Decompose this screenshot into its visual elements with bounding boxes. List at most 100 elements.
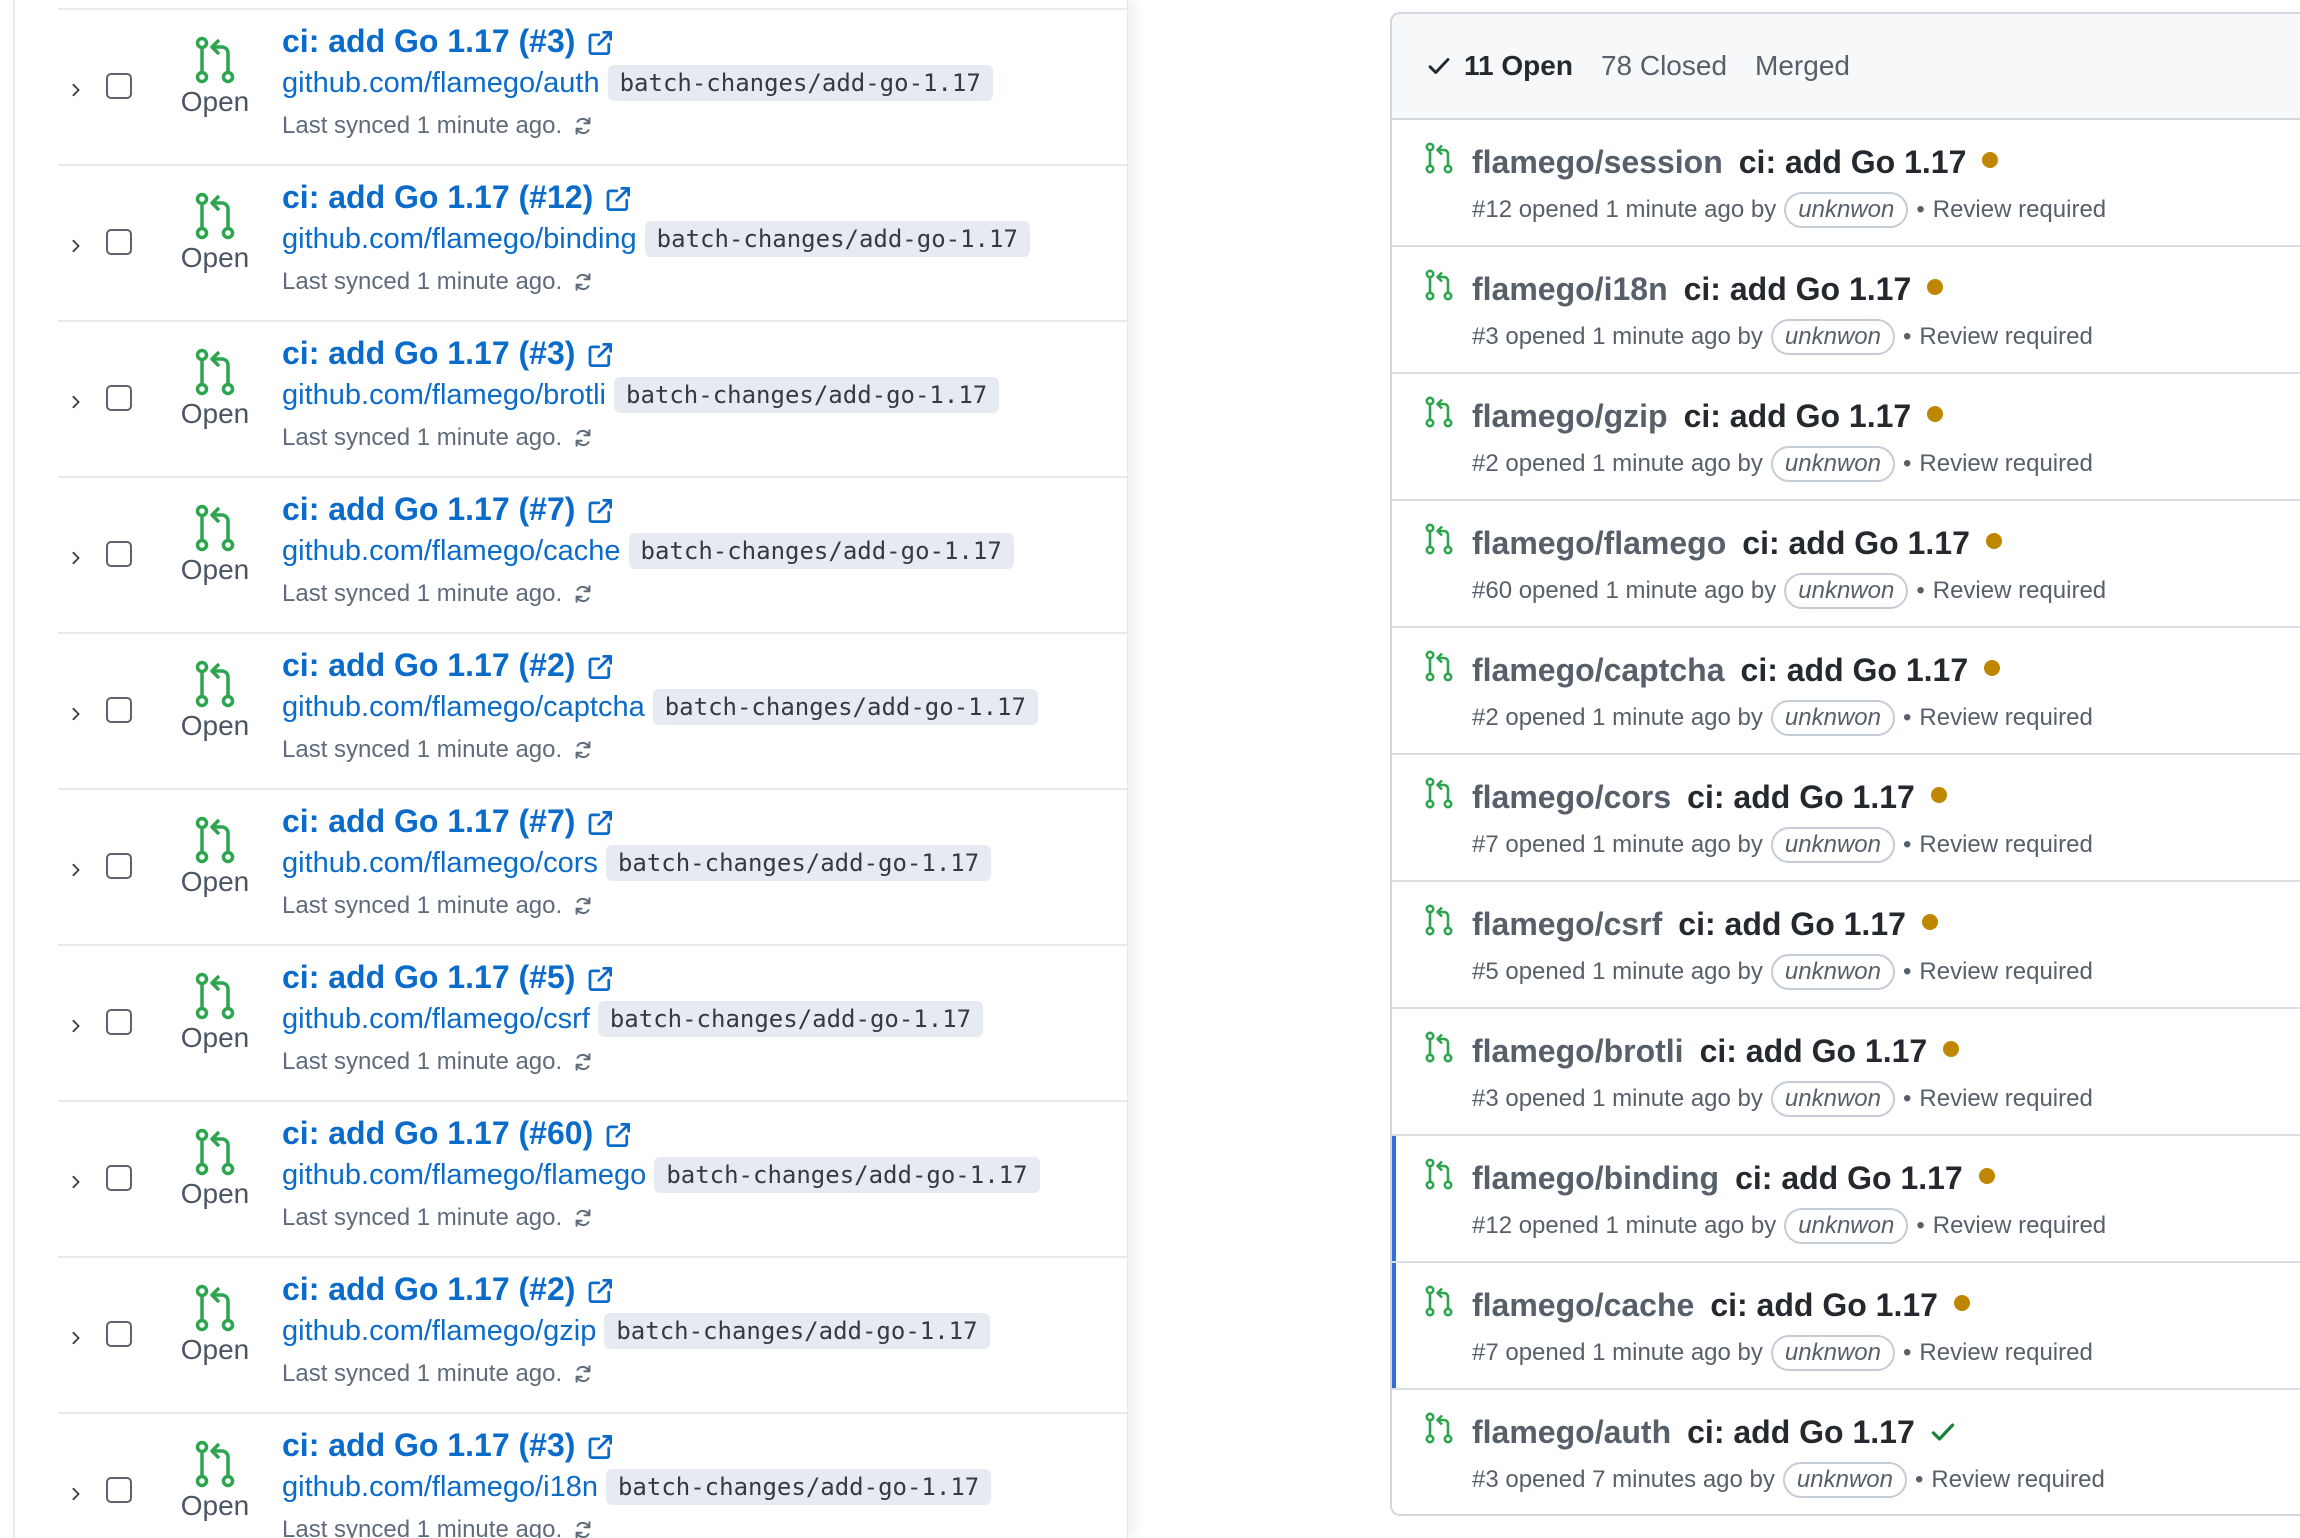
review-status[interactable]: Review required bbox=[1919, 323, 2092, 351]
changeset-checkbox[interactable] bbox=[106, 385, 132, 411]
sync-icon[interactable] bbox=[572, 739, 594, 761]
changeset-title-link[interactable]: ci: add Go 1.17 (#12) bbox=[282, 179, 593, 216]
review-status[interactable]: Review required bbox=[1933, 196, 2106, 224]
author-badge[interactable]: unknwon bbox=[1784, 1208, 1909, 1244]
pr-title-link[interactable]: ci: add Go 1.17 bbox=[1710, 1287, 1938, 1324]
sync-icon[interactable] bbox=[572, 1519, 594, 1538]
checks-pending-dot-icon[interactable] bbox=[1927, 406, 1944, 422]
review-status[interactable]: Review required bbox=[1933, 577, 2106, 605]
review-status[interactable]: Review required bbox=[1919, 1085, 2092, 1113]
expand-chevron-icon[interactable] bbox=[66, 392, 86, 412]
sync-icon[interactable] bbox=[572, 1207, 594, 1229]
changeset-checkbox[interactable] bbox=[106, 697, 132, 723]
tab-merged[interactable]: Merged bbox=[1755, 50, 1850, 82]
changeset-title-link[interactable]: ci: add Go 1.17 (#5) bbox=[282, 959, 575, 996]
changeset-title-link[interactable]: ci: add Go 1.17 (#2) bbox=[282, 1271, 575, 1308]
review-status[interactable]: Review required bbox=[1919, 958, 2092, 986]
repo-link[interactable]: github.com/flamego/csrf bbox=[282, 1003, 590, 1036]
checks-passed-icon[interactable] bbox=[1929, 1418, 1957, 1446]
repo-link[interactable]: github.com/flamego/binding bbox=[282, 223, 637, 256]
pr-list-item[interactable]: flamego/binding ci: add Go 1.17 #12 open… bbox=[1392, 1136, 2300, 1263]
author-badge[interactable]: unknwon bbox=[1770, 1081, 1895, 1117]
expand-chevron-icon[interactable] bbox=[66, 704, 86, 724]
review-status[interactable]: Review required bbox=[1933, 1212, 2106, 1240]
author-badge[interactable]: unknwon bbox=[1770, 446, 1895, 482]
author-badge[interactable]: unknwon bbox=[1784, 192, 1909, 228]
changeset-title-link[interactable]: ci: add Go 1.17 (#3) bbox=[282, 1427, 575, 1464]
changeset-checkbox[interactable] bbox=[106, 229, 132, 255]
review-status[interactable]: Review required bbox=[1931, 1466, 2104, 1494]
tab-open[interactable]: 11 Open bbox=[1426, 50, 1573, 82]
sync-icon[interactable] bbox=[572, 427, 594, 449]
external-link-icon[interactable] bbox=[585, 1432, 615, 1462]
author-badge[interactable]: unknwon bbox=[1770, 319, 1895, 355]
author-badge[interactable]: unknwon bbox=[1770, 700, 1895, 736]
pr-list-item[interactable]: flamego/brotli ci: add Go 1.17 #3 opened… bbox=[1392, 1009, 2300, 1136]
external-link-icon[interactable] bbox=[603, 184, 633, 214]
pr-repo-link[interactable]: flamego/brotli bbox=[1472, 1033, 1684, 1070]
changeset-checkbox[interactable] bbox=[106, 853, 132, 879]
changeset-checkbox[interactable] bbox=[106, 1009, 132, 1035]
pr-title-link[interactable]: ci: add Go 1.17 bbox=[1741, 652, 1969, 689]
checks-pending-dot-icon[interactable] bbox=[1985, 533, 2002, 549]
repo-link[interactable]: github.com/flamego/i18n bbox=[282, 1471, 598, 1504]
pr-list-item[interactable]: flamego/session ci: add Go 1.17 #12 open… bbox=[1392, 120, 2300, 247]
checks-pending-dot-icon[interactable] bbox=[1943, 1041, 1960, 1057]
external-link-icon[interactable] bbox=[585, 964, 615, 994]
pr-repo-link[interactable]: flamego/binding bbox=[1472, 1160, 1719, 1197]
external-link-icon[interactable] bbox=[585, 808, 615, 838]
repo-link[interactable]: github.com/flamego/flamego bbox=[282, 1159, 646, 1192]
pr-list-item[interactable]: flamego/captcha ci: add Go 1.17 #2 opene… bbox=[1392, 628, 2300, 755]
changeset-title-link[interactable]: ci: add Go 1.17 (#7) bbox=[282, 491, 575, 528]
changeset-checkbox[interactable] bbox=[106, 1321, 132, 1347]
pr-repo-link[interactable]: flamego/gzip bbox=[1472, 398, 1668, 435]
checks-pending-dot-icon[interactable] bbox=[1984, 660, 2001, 676]
external-link-icon[interactable] bbox=[585, 652, 615, 682]
tab-closed[interactable]: 78 Closed bbox=[1601, 50, 1727, 82]
sync-icon[interactable] bbox=[572, 1363, 594, 1385]
repo-link[interactable]: github.com/flamego/gzip bbox=[282, 1315, 596, 1348]
pr-title-link[interactable]: ci: add Go 1.17 bbox=[1684, 398, 1912, 435]
expand-chevron-icon[interactable] bbox=[66, 548, 86, 568]
pr-repo-link[interactable]: flamego/csrf bbox=[1472, 906, 1662, 943]
repo-link[interactable]: github.com/flamego/auth bbox=[282, 67, 600, 100]
checks-pending-dot-icon[interactable] bbox=[1978, 1168, 1995, 1184]
checks-pending-dot-icon[interactable] bbox=[1953, 1295, 1970, 1311]
pr-repo-link[interactable]: flamego/auth bbox=[1472, 1414, 1671, 1451]
pr-list-item[interactable]: flamego/auth ci: add Go 1.17 #3 opened 7… bbox=[1392, 1390, 2300, 1514]
changeset-title-link[interactable]: ci: add Go 1.17 (#7) bbox=[282, 803, 575, 840]
pr-repo-link[interactable]: flamego/i18n bbox=[1472, 271, 1668, 308]
sync-icon[interactable] bbox=[572, 271, 594, 293]
sync-icon[interactable] bbox=[572, 583, 594, 605]
expand-chevron-icon[interactable] bbox=[66, 1172, 86, 1192]
changeset-title-link[interactable]: ci: add Go 1.17 (#3) bbox=[282, 23, 575, 60]
pr-title-link[interactable]: ci: add Go 1.17 bbox=[1687, 1414, 1915, 1451]
pr-title-link[interactable]: ci: add Go 1.17 bbox=[1742, 525, 1970, 562]
review-status[interactable]: Review required bbox=[1919, 450, 2092, 478]
pr-list-item[interactable]: flamego/csrf ci: add Go 1.17 #5 opened 1… bbox=[1392, 882, 2300, 1009]
pr-repo-link[interactable]: flamego/session bbox=[1472, 144, 1723, 181]
checks-pending-dot-icon[interactable] bbox=[1930, 787, 1947, 803]
pr-list-item[interactable]: flamego/gzip ci: add Go 1.17 #2 opened 1… bbox=[1392, 374, 2300, 501]
author-badge[interactable]: unknwon bbox=[1782, 1462, 1907, 1498]
external-link-icon[interactable] bbox=[585, 340, 615, 370]
checks-pending-dot-icon[interactable] bbox=[1921, 914, 1938, 930]
changeset-title-link[interactable]: ci: add Go 1.17 (#3) bbox=[282, 335, 575, 372]
pr-repo-link[interactable]: flamego/captcha bbox=[1472, 652, 1725, 689]
pr-title-link[interactable]: ci: add Go 1.17 bbox=[1700, 1033, 1928, 1070]
pr-list-item[interactable]: flamego/i18n ci: add Go 1.17 #3 opened 1… bbox=[1392, 247, 2300, 374]
repo-link[interactable]: github.com/flamego/cors bbox=[282, 847, 598, 880]
sync-icon[interactable] bbox=[572, 115, 594, 137]
external-link-icon[interactable] bbox=[585, 28, 615, 58]
pr-title-link[interactable]: ci: add Go 1.17 bbox=[1687, 779, 1915, 816]
review-status[interactable]: Review required bbox=[1919, 831, 2092, 859]
external-link-icon[interactable] bbox=[603, 1120, 633, 1150]
expand-chevron-icon[interactable] bbox=[66, 1484, 86, 1504]
author-badge[interactable]: unknwon bbox=[1770, 1335, 1895, 1371]
pr-repo-link[interactable]: flamego/cors bbox=[1472, 779, 1671, 816]
pr-title-link[interactable]: ci: add Go 1.17 bbox=[1684, 271, 1912, 308]
changeset-title-link[interactable]: ci: add Go 1.17 (#60) bbox=[282, 1115, 593, 1152]
sync-icon[interactable] bbox=[572, 895, 594, 917]
sync-icon[interactable] bbox=[572, 1051, 594, 1073]
checks-pending-dot-icon[interactable] bbox=[1927, 279, 1944, 295]
